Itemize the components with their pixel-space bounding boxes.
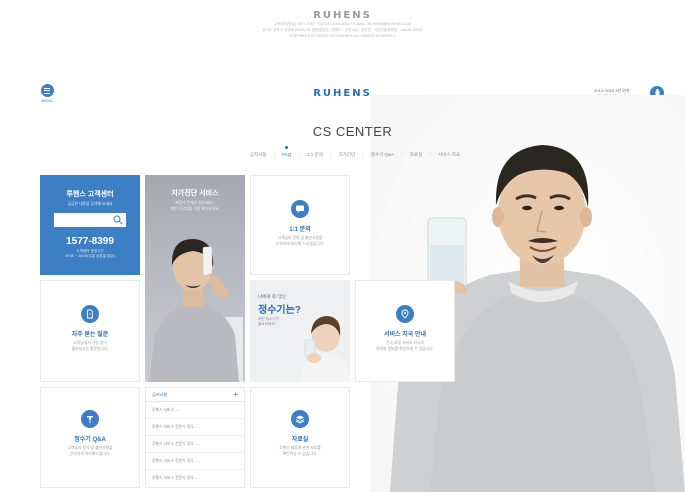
- archive-title: 자료실: [291, 437, 309, 443]
- faq-tile[interactable]: 자주 묻는 질문 고객님께서 가장 많이 물어보시는 질문입니다.: [40, 280, 140, 382]
- self-diagnosis-tile[interactable]: 자가진단 서비스 제품에 문제가 있으세요? 쉬운 진단법을 직접 확인하세요.: [145, 175, 245, 382]
- faucet-icon: [81, 410, 99, 428]
- archive-tile[interactable]: 자료실 루헨스 제품에 관한 자료를 확인하실 수 있습니다.: [250, 387, 350, 488]
- notice-header: 공지사항 +: [146, 388, 244, 402]
- self-diagnosis-title: 자가진단 서비스: [171, 190, 219, 197]
- company-info: RUHENS 고객센터(평일) 1577-7730 · FAX 031-8048…: [0, 10, 685, 39]
- page-title: CS CENTER: [312, 124, 393, 139]
- cs-hours-time: 09:00 ~ 18:00(주말 공휴일 휴무): [65, 254, 115, 258]
- tab-purifier-qa[interactable]: 정수기 Q&A: [371, 152, 394, 158]
- service-branch-line-2: 위치와 정보를 확인하실 수 있습니다.: [376, 346, 434, 351]
- document-icon: [81, 305, 99, 323]
- tab-inquiry[interactable]: 1:1 문의: [307, 152, 323, 158]
- tab-self-diagnosis[interactable]: 자가진단: [339, 152, 356, 158]
- inquiry-desc: 고객님의 문의 및 불만사항을 신속하게 처리해 드리겠습니다.: [251, 236, 349, 247]
- search-input[interactable]: [54, 213, 126, 227]
- tab-divider: |: [330, 152, 332, 157]
- child-drinking-image: [300, 316, 350, 382]
- notice-row[interactable]: 루헨스 서비스 전문가 루다......: [146, 419, 244, 436]
- map-pin-icon: [396, 305, 414, 323]
- cs-phone-number: 1577-8399: [66, 236, 114, 247]
- tab-divider: |: [429, 152, 431, 157]
- cs-tabs: 공지사항 | FAQ | 1:1 문의 | 자가진단 | 정수기 Q&A | 자…: [250, 146, 460, 158]
- tab-divider: |: [298, 152, 300, 157]
- purifier-finder-tile[interactable]: 나에게 꼭! 맞는 정수기는? 어떤 정수기가 필요하세요?: [250, 280, 350, 382]
- archive-desc: 루헨스 제품에 관한 자료를 확인하실 수 있습니다.: [251, 446, 349, 457]
- cs-center-title: 루헨스 고객센터: [66, 191, 114, 198]
- self-diagnosis-line-2: 쉬운 진단법을 직접 확인하세요.: [170, 206, 220, 211]
- tab-archive[interactable]: 자료실: [410, 152, 422, 158]
- tab-faq[interactable]: FAQ: [282, 146, 291, 158]
- purifier-qa-title: 정수기 Q&A: [74, 437, 106, 443]
- notice-title: 공지사항: [152, 391, 168, 397]
- purifier-qa-tile[interactable]: 정수기 Q&A 고객님의 문의 및 불만사항을 신속하게 처리해드립니다.: [40, 387, 140, 488]
- archive-line-2: 확인하실 수 있습니다.: [282, 451, 318, 456]
- notice-row[interactable]: 루헨스 서비스 전문가 루다......: [146, 436, 244, 453]
- plus-icon[interactable]: +: [233, 390, 238, 399]
- notice-row[interactable]: 루헨스 서비스 전문가 루다......: [146, 470, 244, 487]
- service-branch-title: 서비스 지국 안내: [384, 332, 426, 338]
- inquiry-line-2: 신속하게 처리해 드리겠습니다.: [275, 241, 325, 246]
- cs-hours: 고객센터 운영시간 09:00 ~ 18:00(주말 공휴일 휴무): [40, 249, 140, 259]
- purifier-qa-line-2: 신속하게 처리해드립니다.: [69, 451, 111, 456]
- cs-center-tile: 루헨스 고객센터 궁금한 내용을 검색해 보세요 1577-8399 고객센터 …: [40, 175, 140, 275]
- inquiry-tile[interactable]: 1:1 문의 고객님의 문의 및 불만사항을 신속하게 처리해 드리겠습니다.: [250, 175, 350, 275]
- notice-row[interactable]: 루헨스 서비스......: [146, 402, 244, 419]
- model-with-purifier-image: [149, 239, 243, 382]
- chat-bubble-icon: [291, 200, 309, 218]
- footer-line-3: COPYRIGHT(C) SINCE 2013 RUHENS ALL RIGHT…: [289, 34, 396, 38]
- tab-divider: |: [273, 152, 276, 157]
- purifier-qa-desc: 고객님의 문의 및 불만사항을 신속하게 처리해드립니다.: [41, 446, 139, 457]
- layers-icon: [291, 410, 309, 428]
- inquiry-title: 1:1 문의: [289, 227, 311, 233]
- service-branch-tile[interactable]: 서비스 지국 안내 전국 지점 서비스 지국의 위치와 정보를 확인하실 수 있…: [355, 280, 455, 382]
- tab-divider: |: [401, 152, 403, 157]
- cs-center-subtitle: 궁금한 내용을 검색해 보세요: [67, 202, 113, 206]
- tab-divider: |: [362, 152, 364, 157]
- footer-logo: RUHENS: [313, 10, 372, 21]
- notice-row[interactable]: 루헨스 서비스 전문가 루다......: [146, 453, 244, 470]
- tab-service-branch[interactable]: 서비스 지국: [438, 152, 460, 158]
- faq-line-2: 물어보시는 질문입니다.: [71, 346, 109, 351]
- search-icon[interactable]: [113, 215, 123, 225]
- service-branch-desc: 전국 지점 서비스 지국의 위치와 정보를 확인하실 수 있습니다.: [356, 341, 454, 352]
- self-diagnosis-desc: 제품에 문제가 있으세요? 쉬운 진단법을 직접 확인하세요.: [145, 201, 245, 212]
- notice-board: 공지사항 + 루헨스 서비스...... 루헨스 서비스 전문가 루다.....…: [145, 387, 245, 488]
- faq-desc: 고객님께서 가장 많이 물어보시는 질문입니다.: [41, 341, 139, 352]
- tab-notice[interactable]: 공지사항: [250, 152, 267, 158]
- faq-title: 자주 묻는 질문: [71, 332, 109, 338]
